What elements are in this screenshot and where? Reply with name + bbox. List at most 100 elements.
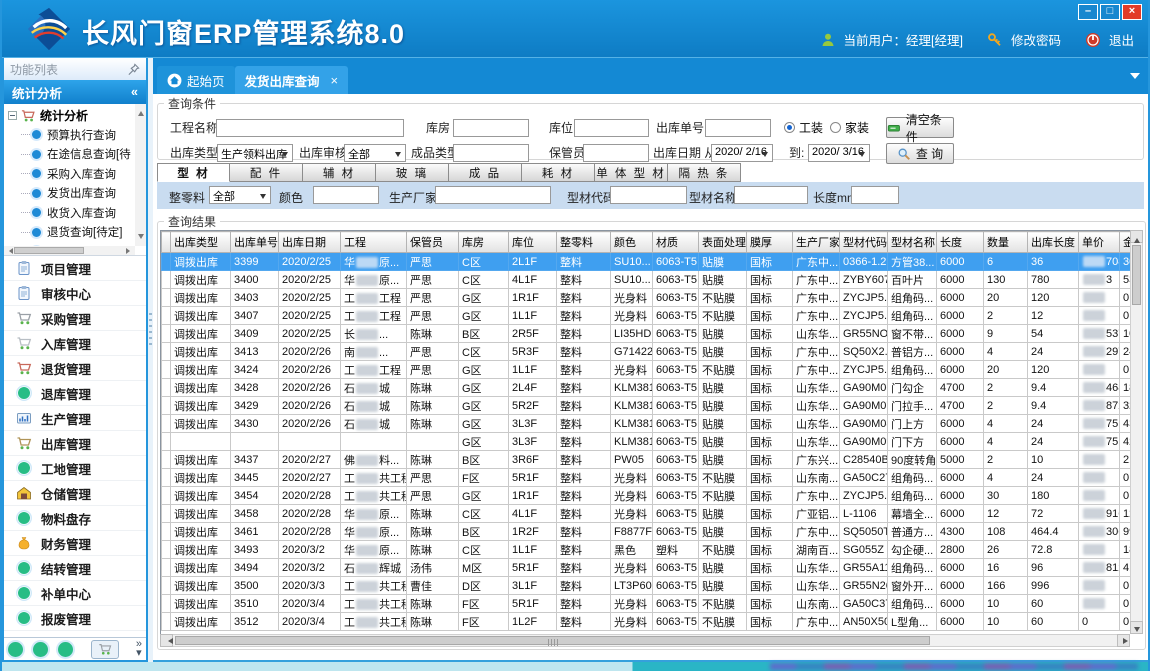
logout-link[interactable]: 退出 bbox=[1109, 30, 1134, 49]
project-name-input[interactable] bbox=[216, 119, 404, 137]
material-tab[interactable]: 耗 材 bbox=[522, 163, 595, 182]
column-header[interactable]: 库房 bbox=[459, 232, 509, 253]
sidebar-item[interactable]: 退库管理 bbox=[4, 381, 146, 406]
close-button[interactable]: × bbox=[1122, 4, 1142, 20]
material-tab[interactable]: 玻 璃 bbox=[376, 163, 449, 182]
column-header[interactable]: 颜色 bbox=[611, 232, 653, 253]
tree-horizontal-scrollbar[interactable] bbox=[4, 246, 135, 255]
table-row[interactable]: 调拨出库34612020/2/28华原...陈琳B区1R2F整料F8877FT6… bbox=[162, 523, 1131, 541]
scrollbar-thumb[interactable] bbox=[1132, 245, 1141, 305]
table-row[interactable]: 调拨出库35122020/3/4工共工程陈琳F区1L2F整料光身料6063-T5… bbox=[162, 613, 1131, 631]
sidebar-group-header[interactable]: 统计分析 « bbox=[4, 80, 146, 104]
table-row[interactable]: 调拨出库34242020/2/26工工程严思G区1L1F整料光身料6063-T5… bbox=[162, 361, 1131, 379]
collapse-icon[interactable]: « bbox=[131, 85, 138, 99]
radio-gongzhuang[interactable]: 工装 bbox=[784, 119, 823, 136]
material-tab[interactable]: 辅 材 bbox=[303, 163, 376, 182]
tab-home[interactable]: 起始页 bbox=[157, 66, 235, 94]
table-row[interactable]: 调拨出库34582020/2/28华原...陈琳C区4L1F整料光身料6063-… bbox=[162, 505, 1131, 523]
material-tab[interactable]: 隔 热 条 bbox=[668, 163, 741, 182]
tree-root-statistics[interactable]: 统计分析 bbox=[8, 106, 135, 125]
audit-select[interactable]: 全部 bbox=[344, 144, 406, 162]
column-header[interactable]: 生产厂家 bbox=[793, 232, 840, 253]
table-row[interactable]: 调拨出库34932020/3/2华原...陈琳C区1L1F整料黑色塑料不贴膜国标… bbox=[162, 541, 1131, 559]
column-header[interactable]: 整零料 bbox=[557, 232, 611, 253]
location-input[interactable] bbox=[574, 119, 649, 137]
minimize-button[interactable]: – bbox=[1078, 4, 1098, 20]
length-input[interactable] bbox=[851, 186, 899, 204]
table-row[interactable]: 调拨出库34282020/2/26石城陈琳G区2L4F整料KLM38176063… bbox=[162, 379, 1131, 397]
keeper-input[interactable] bbox=[583, 144, 649, 162]
sidebar-item[interactable]: 工地管理 bbox=[4, 456, 146, 481]
product-type-input[interactable] bbox=[453, 144, 529, 162]
circle-icon[interactable] bbox=[33, 642, 48, 657]
date-from-picker[interactable]: 2020/ 2/16 bbox=[711, 144, 773, 162]
column-header[interactable]: 库位 bbox=[509, 232, 557, 253]
table-row[interactable]: 调拨出库34372020/2/27佛料...陈琳B区3R6F整料PW056063… bbox=[162, 451, 1131, 469]
table-row[interactable]: G区3L3F整料KLM38176063-T5贴膜国标山东华...GA90M09.… bbox=[162, 433, 1131, 451]
scrollbar-thumb[interactable] bbox=[175, 636, 930, 645]
pin-icon[interactable] bbox=[127, 63, 140, 76]
table-row[interactable]: 调拨出库34452020/2/27工共工程严思F区5R1F整料光身料6063-T… bbox=[162, 469, 1131, 487]
table-row[interactable]: 调拨出库34542020/2/28工共工程严思G区1R1F整料光身料6063-T… bbox=[162, 487, 1131, 505]
sidebar-item[interactable]: 物料盘存 bbox=[4, 506, 146, 531]
column-header[interactable]: 长度 bbox=[937, 232, 984, 253]
order-no-input[interactable] bbox=[705, 119, 771, 137]
tree-item[interactable]: 采购入库查询 bbox=[8, 164, 135, 184]
table-row[interactable]: 调拨出库34032020/2/25工工程严思G区1R1F整料光身料6063-T5… bbox=[162, 289, 1131, 307]
table-row[interactable]: 调拨出库34302020/2/26石城陈琳G区3L3F整料KLM38176063… bbox=[162, 415, 1131, 433]
column-header[interactable]: 表面处理 bbox=[699, 232, 747, 253]
column-header[interactable]: 出库日期 bbox=[279, 232, 341, 253]
tab-list-dropdown-icon[interactable] bbox=[1130, 73, 1140, 84]
factory-input[interactable] bbox=[435, 186, 551, 204]
color-input[interactable] bbox=[313, 186, 379, 204]
table-row[interactable]: 调拨出库34132020/2/26南...严思C区5R3F整料G71422606… bbox=[162, 343, 1131, 361]
scroll-down-button[interactable] bbox=[1130, 621, 1143, 634]
warehouse-input[interactable] bbox=[453, 119, 529, 137]
circle-icon[interactable] bbox=[8, 642, 23, 657]
column-header[interactable]: 出库类型 bbox=[171, 232, 231, 253]
table-row[interactable]: 调拨出库35002020/3/3工共工程曹佳D区3L1F整料LT3P606063… bbox=[162, 577, 1131, 595]
clear-conditions-button[interactable]: 清空条件 bbox=[886, 117, 954, 138]
profile-name-input[interactable] bbox=[734, 186, 808, 204]
table-vertical-scrollbar[interactable] bbox=[1130, 230, 1143, 634]
scroll-left-icon[interactable] bbox=[6, 248, 13, 254]
tree-vertical-scrollbar[interactable] bbox=[135, 104, 146, 246]
column-header[interactable]: 膜厚 bbox=[747, 232, 793, 253]
table-row[interactable]: 调拨出库34092020/2/25长...陈琳B区2R5F整料LI35HD606… bbox=[162, 325, 1131, 343]
column-header[interactable] bbox=[162, 232, 171, 253]
date-to-picker[interactable]: 2020/ 3/16 bbox=[808, 144, 870, 162]
column-header[interactable]: 型材代码 bbox=[840, 232, 888, 253]
sidebar-item[interactable]: 报废管理 bbox=[4, 606, 146, 631]
more-button[interactable]: »▾ bbox=[136, 640, 142, 658]
table-row[interactable]: 调拨出库33992020/2/25华原...严思C区2L1F整料SU10...6… bbox=[162, 253, 1131, 271]
scroll-right-button[interactable] bbox=[1117, 634, 1130, 647]
tab-shipment-query[interactable]: 发货出库查询 × bbox=[235, 66, 349, 94]
sidebar-item[interactable]: 出库管理 bbox=[4, 431, 146, 456]
table-row[interactable]: 调拨出库34942020/3/2石辉城汤伟M区5R1F整料光身料6063-T5贴… bbox=[162, 559, 1131, 577]
table-row[interactable]: 调拨出库35102020/3/4工共工程陈琳F区5R1F整料光身料6063-T5… bbox=[162, 595, 1131, 613]
sidebar-item[interactable]: 退货管理 bbox=[4, 356, 146, 381]
material-tab[interactable]: 单 体 型 材 bbox=[595, 163, 668, 182]
tree-item[interactable]: 在途信息查询[待 bbox=[8, 145, 135, 165]
scroll-down-icon[interactable] bbox=[138, 234, 144, 242]
column-header[interactable]: 材质 bbox=[653, 232, 699, 253]
column-header[interactable]: 数量 bbox=[984, 232, 1028, 253]
cart-button[interactable] bbox=[91, 640, 119, 659]
column-header[interactable]: 保管员 bbox=[407, 232, 459, 253]
whole-piece-select[interactable]: 全部 bbox=[209, 186, 271, 204]
column-header[interactable]: 金 bbox=[1120, 232, 1131, 253]
scroll-up-button[interactable] bbox=[1130, 230, 1143, 243]
table-row[interactable]: 调拨出库34072020/2/25工工程严思G区1L1F整料光身料6063-T5… bbox=[162, 307, 1131, 325]
material-tab[interactable]: 配 件 bbox=[230, 163, 303, 182]
sidebar-item[interactable]: 审核中心 bbox=[4, 281, 146, 306]
sidebar-item[interactable]: 入库管理 bbox=[4, 331, 146, 356]
change-password-link[interactable]: 修改密码 bbox=[1011, 30, 1061, 49]
tab-close-icon[interactable]: × bbox=[331, 73, 339, 88]
search-button[interactable]: 查 询 bbox=[886, 143, 954, 164]
radio-jiazhuang[interactable]: 家装 bbox=[830, 119, 869, 136]
column-header[interactable]: 出库单号 bbox=[231, 232, 279, 253]
column-header[interactable]: 型材名称 bbox=[888, 232, 937, 253]
tree-item[interactable]: 收货入库查询 bbox=[8, 203, 135, 223]
column-header[interactable]: 出库长度 bbox=[1028, 232, 1079, 253]
scrollbar-thumb[interactable] bbox=[14, 247, 84, 254]
